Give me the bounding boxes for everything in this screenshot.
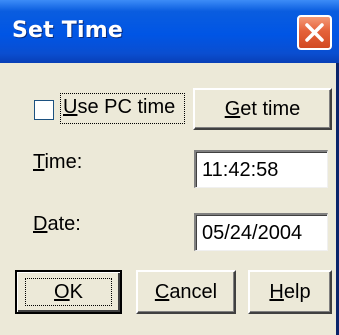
set-time-dialog: Set Time Use PC time Get time Time: 11:4…: [0, 0, 339, 335]
help-button[interactable]: Help: [248, 270, 332, 314]
mnemonic-h: H: [269, 281, 284, 303]
title-bar[interactable]: Set Time: [0, 0, 339, 63]
mnemonic-u: U: [63, 96, 78, 118]
mnemonic-g: G: [224, 98, 241, 120]
close-button[interactable]: [297, 15, 332, 50]
button-label: elp: [283, 281, 311, 303]
dialog-title: Set Time: [12, 18, 123, 43]
date-input[interactable]: 05/24/2004: [194, 213, 328, 251]
mnemonic-t: T: [33, 151, 45, 173]
time-input[interactable]: 11:42:58: [194, 150, 328, 188]
ok-button[interactable]: OK: [15, 270, 122, 314]
mnemonic-d: D: [33, 213, 48, 235]
get-time-button[interactable]: Get time: [193, 88, 332, 130]
label-text: ate:: [47, 213, 81, 235]
time-label: Time:: [33, 151, 82, 174]
button-label: ancel: [169, 281, 218, 303]
button-label: et time: [240, 98, 301, 120]
cancel-button[interactable]: Cancel: [136, 270, 236, 314]
date-label: Date:: [33, 213, 81, 236]
label-text: se PC time: [77, 96, 176, 118]
focus-rectangle: [25, 278, 112, 306]
mnemonic-c: C: [154, 281, 170, 303]
close-icon: [305, 23, 324, 42]
use-pc-time-checkbox[interactable]: [34, 100, 54, 120]
label-text: ime:: [44, 151, 83, 173]
use-pc-time-label[interactable]: Use PC time: [63, 96, 175, 119]
